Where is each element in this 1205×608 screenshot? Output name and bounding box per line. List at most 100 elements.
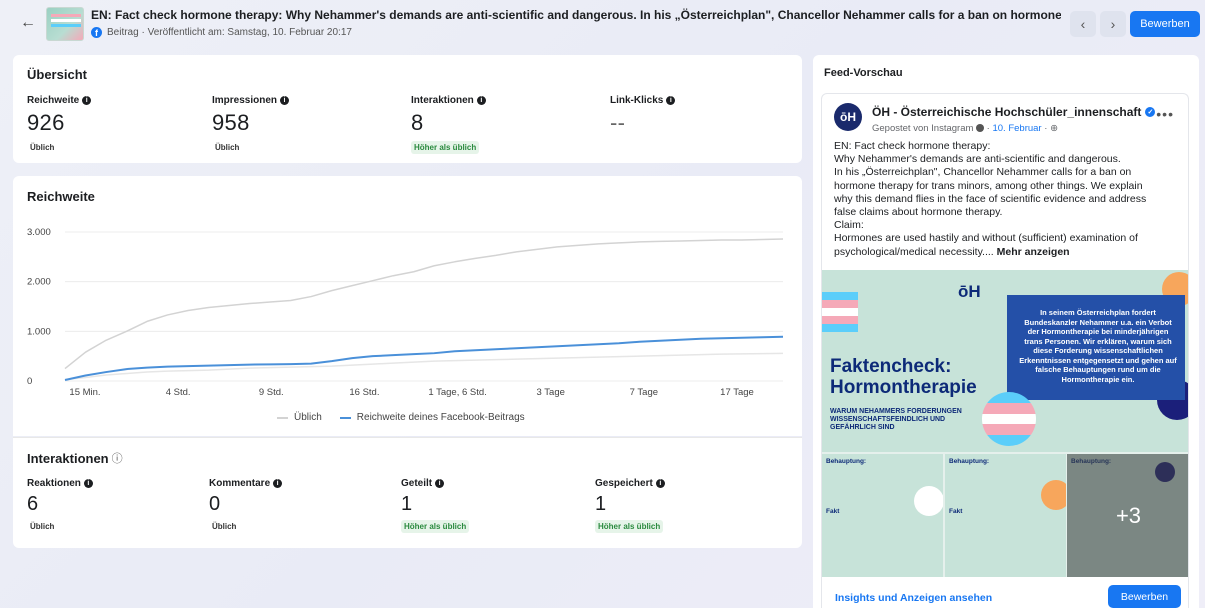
metric-comments: Kommentare i 0 Üblich (209, 478, 283, 534)
post-line: Why Nehammer's demands are anti-scientif… (834, 153, 1121, 166)
boost-button-top[interactable]: Bewerben (1130, 11, 1200, 37)
overview-panel: Übersicht Reichweite i 926 Üblich Impress… (13, 55, 802, 163)
metric-value: 8 (411, 110, 424, 135)
legend-label-usual: Üblich (294, 412, 322, 423)
y-tick-label: 3.000 (27, 227, 51, 238)
flag-circle (982, 392, 1036, 446)
info-icon[interactable]: i (82, 96, 92, 105)
metric-badge: Höher als üblich (401, 520, 470, 533)
metric-value: -- (610, 110, 626, 135)
metric-badge: Höher als üblich (411, 141, 480, 154)
metric-value: 958 (212, 110, 250, 135)
flag-stripe (822, 292, 858, 300)
series-line-0 (64, 238, 784, 370)
metric-badge: Üblich (215, 143, 240, 152)
legend-swatch-post (339, 416, 351, 419)
verified-badge-icon: ✓ (1145, 107, 1156, 117)
top-bar: ← EN: Fact check hormone therapy: Why Ne… (0, 0, 1205, 46)
tile-label: Behauptung: (826, 458, 867, 465)
image-logo: ōH (958, 282, 981, 301)
image-subheading: WARUM NEHAMMERS FORDERUNGEN WISSENSCHAFT… (830, 408, 962, 431)
see-more-link[interactable]: Mehr anzeigen (997, 246, 1070, 258)
globe-icon: ⊕ (1050, 123, 1059, 134)
image-heading: Faktencheck: Hormontherapie (830, 356, 977, 398)
boost-button-bottom[interactable]: Bewerben (1108, 585, 1181, 608)
back-arrow-icon[interactable]: ← (20, 14, 36, 32)
info-icon[interactable]: i (280, 96, 290, 105)
metric-link-clicks: Link-Klicks i -- (610, 95, 676, 135)
info-icon[interactable]: i (666, 96, 676, 105)
post-meta: Beitrag · Veröffentlicht am: Samstag, 10… (107, 27, 352, 38)
tile-label: Behauptung: (949, 458, 990, 465)
metric-reach: Reichweite i 926 Üblich (27, 95, 92, 155)
previous-post-button[interactable]: ‹ (1070, 11, 1096, 37)
x-tick-label: 1 Tage, 6 Std. (428, 387, 486, 398)
post-line: Claim: (834, 219, 864, 232)
metric-label: Interaktionen (411, 95, 474, 106)
post-image-tile[interactable]: Behauptung: Fakt (822, 454, 943, 577)
x-tick-label: 7 Tage (630, 387, 658, 398)
overview-title: Übersicht (27, 67, 87, 82)
metric-label: Gespeichert (595, 478, 653, 489)
info-icon[interactable]: i (476, 96, 486, 105)
post-line: why this demand flies in the face of sci… (834, 192, 1147, 205)
image-heading-line: Faktencheck: (830, 356, 952, 377)
x-tick-label: 16 Std. (349, 387, 379, 398)
info-icon[interactable]: i (273, 479, 283, 488)
post-image-tile[interactable]: Behauptung: Fakt (945, 454, 1066, 577)
post-line: Hormones are used hastily and without (s… (834, 232, 1138, 245)
feed-preview-panel: Feed-Vorschau ōH ÖH - Österreichische Ho… (813, 55, 1199, 608)
metric-value: 6 (27, 493, 39, 515)
post-subtitle: f Beitrag · Veröffentlicht am: Samstag, … (91, 27, 352, 38)
insights-and-ads-link[interactable]: Insights und Anzeigen ansehen (835, 592, 992, 604)
metric-value: 1 (401, 493, 413, 515)
post-line: EN: Fact check hormone therapy: (834, 140, 991, 152)
more-options-icon[interactable]: ••• (1156, 106, 1174, 122)
post-line: In his „Österreichplan", Chancellor Neha… (834, 166, 1132, 179)
flag-stripe (822, 316, 858, 324)
legend-item-usual[interactable]: Üblich (277, 412, 322, 423)
post-image-collage[interactable]: ōH In seinem Österreichplan fordert Bund… (822, 270, 1188, 577)
metric-label: Impressionen (212, 95, 278, 106)
more-images-overlay[interactable]: +3 (1067, 454, 1188, 577)
instagram-icon (976, 124, 985, 133)
interactions-panel: Interaktionen ⓘ Reaktionen i 6 Üblich Kom… (13, 437, 802, 548)
posted-date[interactable]: 10. Februar (992, 123, 1041, 134)
page-name[interactable]: ÖH - Österreichische Hochschüler_innensc… (872, 105, 1141, 119)
chart-legend: Üblich Reichweite deines Facebook-Beitra… (277, 412, 525, 423)
x-tick-label: 17 Tage (720, 387, 754, 398)
post-line: psychological/medical necessity.... (834, 245, 994, 258)
interactions-title-row: Interaktionen ⓘ (27, 450, 123, 466)
x-tick-label: 9 Std. (259, 387, 284, 398)
page-name-row: ÖH - Österreichische Hochschüler_innensc… (872, 105, 1156, 119)
flag-stripe (822, 300, 858, 308)
metric-value: 0 (209, 493, 221, 515)
info-icon[interactable]: i (435, 479, 445, 488)
x-tick-label: 4 Std. (166, 387, 191, 398)
reach-panel: Reichweite 0 1.000 2.000 3.000 15 Min. 4 Std.… (13, 176, 802, 436)
x-tick-label: 15 Min. (69, 387, 100, 398)
info-icon[interactable]: i (83, 479, 93, 488)
info-icon[interactable]: i (655, 479, 665, 488)
metric-interactions: Interaktionen i 8 Höher als üblich (411, 95, 486, 155)
legend-item-post[interactable]: Reichweite deines Facebook-Beitrags (339, 412, 525, 423)
tile-fact: Fakt (826, 508, 840, 515)
page-avatar[interactable]: ōH (834, 103, 862, 131)
feed-post-card: ōH ÖH - Österreichische Hochschüler_inne… (821, 93, 1189, 608)
decor-circle (1041, 480, 1066, 510)
metric-label: Reichweite (27, 95, 80, 106)
post-thumbnail (46, 7, 84, 41)
metric-label: Kommentare (209, 478, 271, 489)
metric-reactions: Reaktionen i 6 Üblich (27, 478, 93, 534)
metric-label: Geteilt (401, 478, 433, 489)
next-post-button[interactable]: › (1100, 11, 1126, 37)
post-main-image[interactable]: ōH In seinem Österreichplan fordert Bund… (822, 270, 1188, 452)
facebook-icon: f (91, 27, 102, 38)
metric-impressions: Impressionen i 958 Üblich (212, 95, 290, 155)
post-text: EN: Fact check hormone therapy: Why Neha… (834, 140, 1184, 259)
feed-preview-title: Feed-Vorschau (824, 67, 903, 79)
x-tick-label: 3 Tage (537, 387, 565, 398)
metric-badge: Höher als üblich (595, 520, 664, 533)
info-outline-icon[interactable]: ⓘ (112, 450, 123, 466)
flag-stripe (822, 324, 858, 332)
